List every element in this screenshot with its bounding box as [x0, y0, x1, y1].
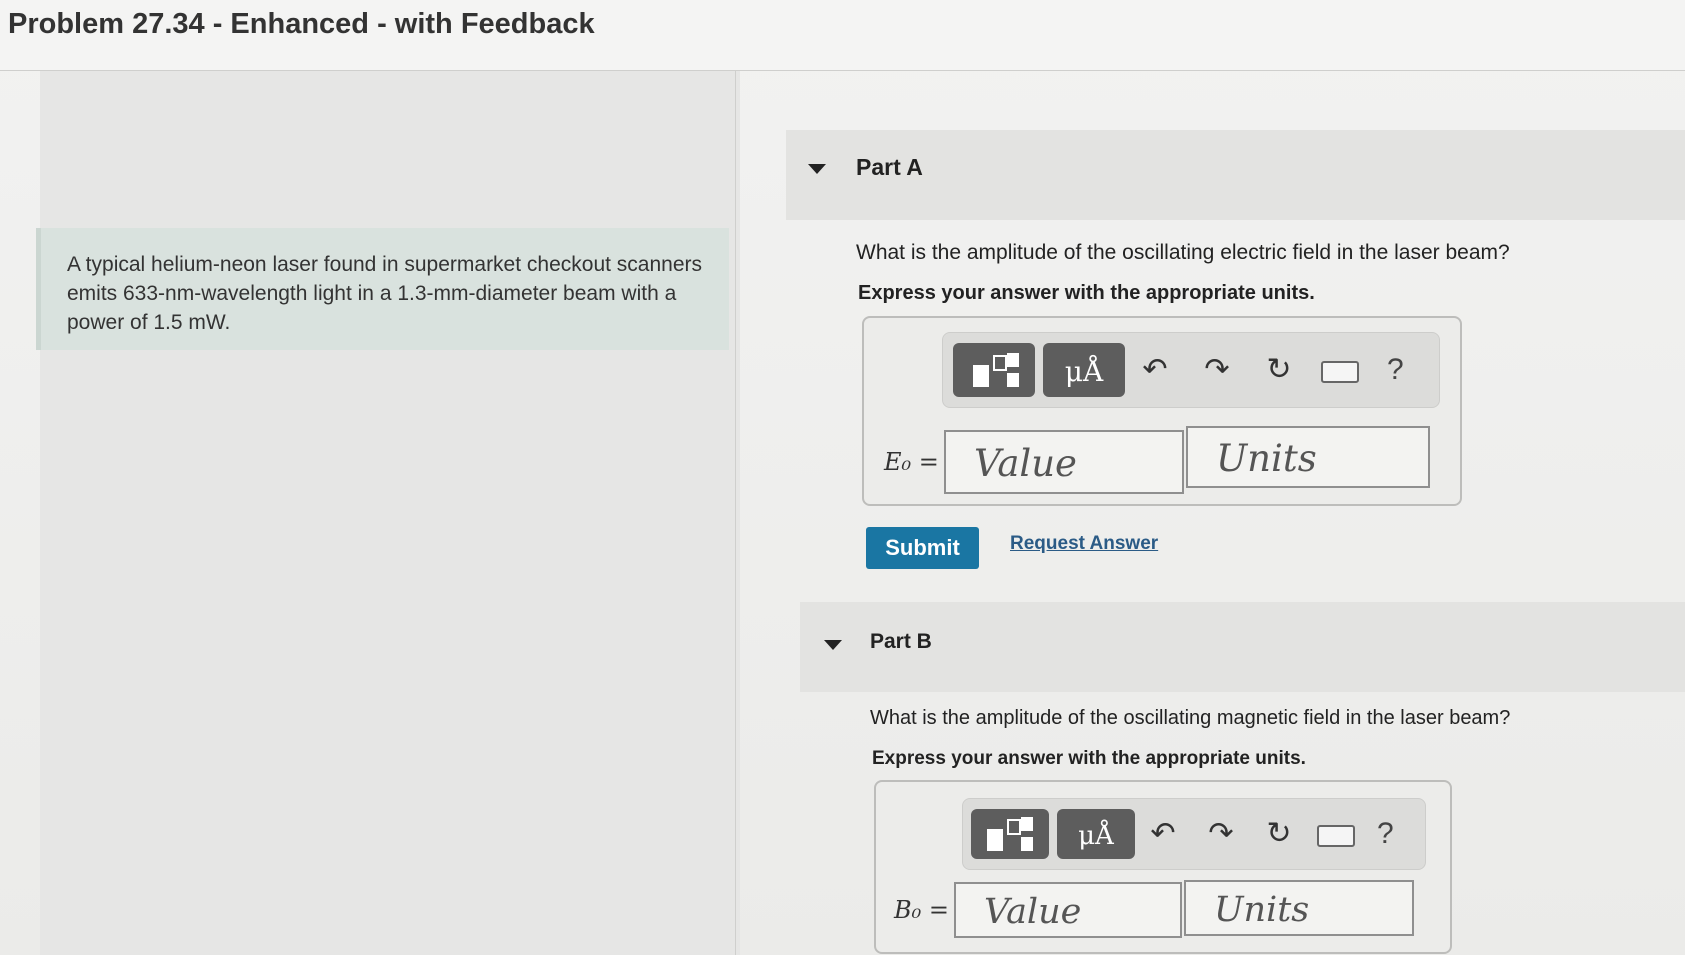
help-icon[interactable]: ?: [1377, 817, 1394, 851]
left-panel: [40, 70, 740, 955]
b0-variable-label: B₀ =: [894, 896, 949, 924]
help-icon[interactable]: ?: [1387, 353, 1404, 387]
redo-icon[interactable]: ↷: [1197, 350, 1237, 390]
part-b-label: Part B: [870, 630, 932, 653]
templates-button[interactable]: [953, 343, 1035, 397]
keyboard-icon[interactable]: [1321, 361, 1359, 383]
keyboard-icon[interactable]: [1317, 825, 1355, 847]
problem-statement: A typical helium-neon laser found in sup…: [36, 228, 729, 350]
reset-icon[interactable]: ↻: [1259, 350, 1299, 390]
units-button[interactable]: μÅ: [1057, 809, 1135, 859]
units-icon: μÅ: [1078, 821, 1114, 851]
part-b-question: What is the amplitude of the oscillating…: [870, 707, 1511, 729]
math-toolbar: μÅ ↶ ↷ ↻ ?: [962, 798, 1426, 870]
templates-icon: [987, 817, 1033, 851]
collapse-caret-icon[interactable]: [824, 640, 842, 650]
part-a-question: What is the amplitude of the oscillating…: [856, 241, 1510, 264]
request-answer-link[interactable]: Request Answer: [1010, 533, 1158, 555]
page-title: Problem 27.34 - Enhanced - with Feedback: [8, 8, 595, 40]
submit-button[interactable]: Submit: [866, 527, 979, 569]
units-input[interactable]: Units: [1184, 880, 1414, 936]
value-input[interactable]: Value: [954, 882, 1182, 938]
collapse-caret-icon[interactable]: [808, 164, 826, 174]
panel-divider: [735, 70, 736, 955]
value-input[interactable]: Value: [944, 430, 1184, 494]
problem-text: A typical helium-neon laser found in sup…: [67, 253, 703, 334]
part-a-instruction: Express your answer with the appropriate…: [858, 282, 1315, 304]
part-a-label: Part A: [856, 154, 923, 180]
reset-icon[interactable]: ↻: [1259, 814, 1299, 854]
undo-icon[interactable]: ↶: [1135, 350, 1175, 390]
templates-button[interactable]: [971, 809, 1049, 859]
units-input[interactable]: Units: [1186, 426, 1430, 488]
units-icon: μÅ: [1064, 355, 1104, 388]
units-button[interactable]: μÅ: [1043, 343, 1125, 397]
page-header: Problem 27.34 - Enhanced - with Feedback: [0, 0, 1685, 71]
part-a-answer-panel: μÅ ↶ ↷ ↻ ? E₀ = Value Units: [862, 316, 1462, 506]
part-b-answer-panel: μÅ ↶ ↷ ↻ ? B₀ = Value Units: [874, 780, 1452, 954]
undo-icon[interactable]: ↶: [1143, 814, 1183, 854]
templates-icon: [973, 353, 1019, 387]
screen: Problem 27.34 - Enhanced - with Feedback…: [0, 0, 1685, 955]
math-toolbar: μÅ ↶ ↷ ↻ ?: [942, 332, 1440, 408]
e0-variable-label: E₀ =: [884, 448, 939, 476]
part-b-header[interactable]: Part B: [800, 602, 1685, 692]
part-a-header[interactable]: Part A: [786, 130, 1685, 220]
part-b-instruction: Express your answer with the appropriate…: [872, 748, 1306, 769]
redo-icon[interactable]: ↷: [1201, 814, 1241, 854]
